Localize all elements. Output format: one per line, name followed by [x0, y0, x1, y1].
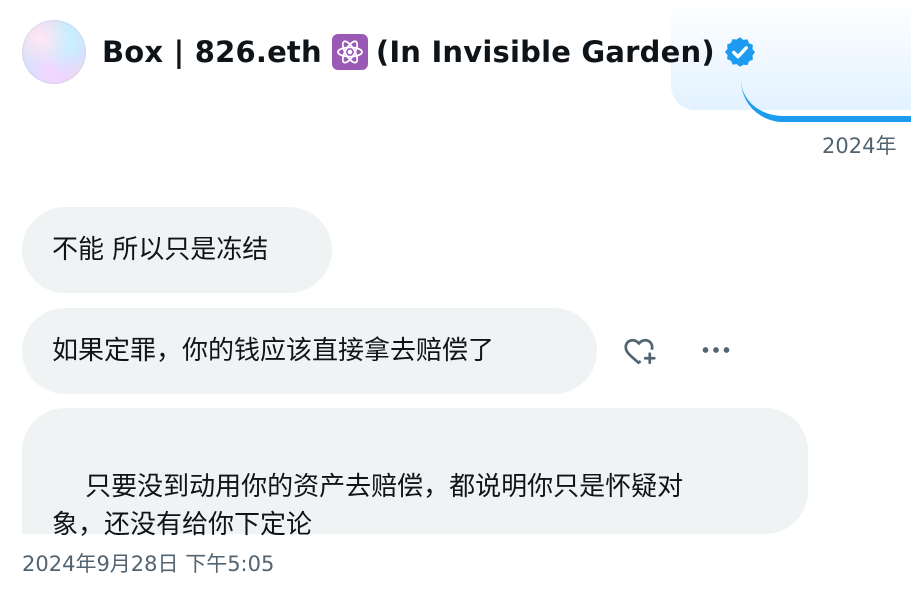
sender-name-row[interactable]: Box | 826.eth (In Invisible Garden): [102, 34, 757, 70]
message-text: 如果定罪，你的钱应该直接拿去赔偿了: [52, 336, 495, 366]
sender-name-suffix: (In Invisible Garden): [375, 35, 715, 69]
message-actions: [620, 330, 736, 370]
add-reaction-heart-icon[interactable]: [620, 330, 660, 370]
dm-conversation: 2024年 Box | 826.eth (In Invisible Garden…: [0, 0, 911, 601]
outgoing-bubble-edge: [741, 60, 911, 122]
message-timestamp: 2024年9月28日 下午5:05: [22, 552, 275, 576]
message-bubble[interactable]: 如果定罪，你的钱应该直接拿去赔偿了: [22, 308, 597, 394]
message-text: 不能 所以只是冻结: [52, 235, 269, 265]
outgoing-timestamp: 2024年: [822, 134, 897, 158]
more-options-icon[interactable]: [696, 330, 736, 370]
sender-header: Box | 826.eth (In Invisible Garden): [22, 18, 757, 86]
avatar[interactable]: [22, 20, 86, 84]
sender-name: Box | 826.eth: [102, 35, 322, 69]
message-bubble[interactable]: 只要没到动用你的资产去赔偿，都说明你只是怀疑对 象，还没有给你下定论: [22, 408, 808, 540]
verified-badge-icon: [723, 35, 757, 69]
message-text: 只要没到动用你的资产去赔偿，都说明你只是怀疑对 象，还没有给你下定论: [52, 472, 684, 540]
atom-icon: [331, 34, 368, 70]
message-bubble[interactable]: 不能 所以只是冻结: [22, 207, 332, 293]
